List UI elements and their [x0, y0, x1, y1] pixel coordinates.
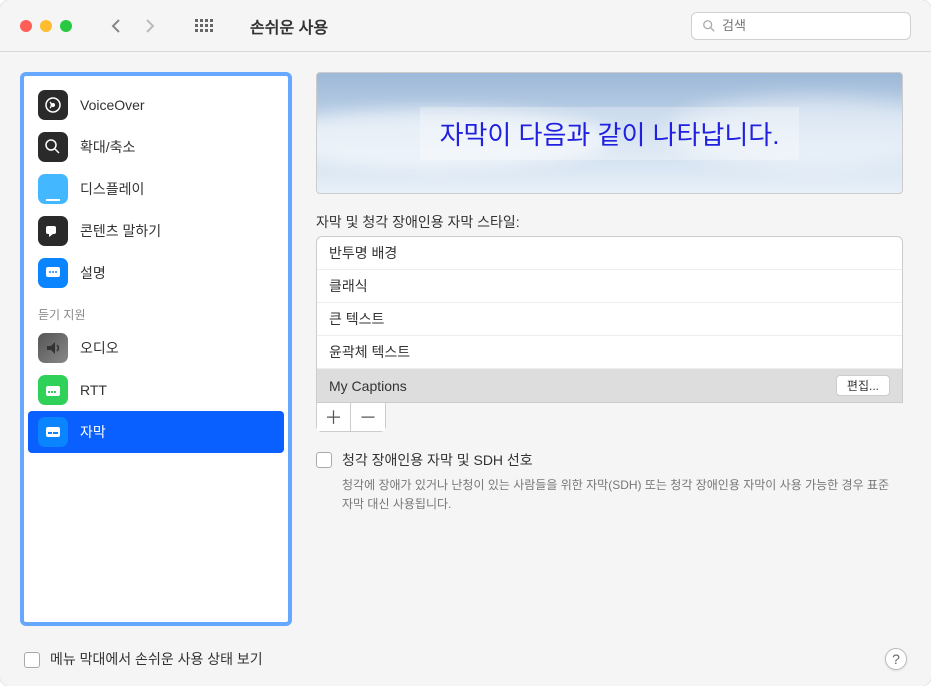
style-list: 반투명 배경 클래식 큰 텍스트 윤곽체 텍스트 My Captions 편집.… [316, 236, 903, 403]
style-name: My Captions [329, 378, 407, 394]
voiceover-icon [38, 90, 68, 120]
sidebar-item-zoom[interactable]: 확대/축소 [28, 126, 284, 168]
prefer-sdh-checkbox[interactable] [316, 452, 332, 468]
style-row[interactable]: 클래식 [317, 270, 902, 303]
minimize-window-button[interactable] [40, 20, 52, 32]
prefer-sdh-row: 청각 장애인용 자막 및 SDH 선호 청각에 장애가 있거나 난청이 있는 사… [316, 450, 903, 514]
back-button[interactable] [100, 12, 132, 40]
remove-style-button[interactable]: － [351, 403, 385, 431]
sidebar-item-label: 콘텐츠 말하기 [80, 221, 161, 241]
add-style-button[interactable]: ＋ [317, 403, 351, 431]
descriptions-icon [38, 258, 68, 288]
style-name: 반투명 배경 [329, 243, 397, 263]
sidebar-item-label: 디스플레이 [80, 179, 144, 199]
speech-icon [38, 216, 68, 246]
captions-icon [38, 417, 68, 447]
sidebar-item-label: 확대/축소 [80, 137, 135, 157]
sidebar-item-rtt[interactable]: RTT [28, 369, 284, 411]
sidebar-item-label: RTT [80, 382, 107, 398]
sidebar-item-display[interactable]: 디스플레이 [28, 168, 284, 210]
search-icon [702, 19, 716, 33]
sidebar-item-label: VoiceOver [80, 97, 145, 113]
caption-preview: 자막이 다음과 같이 나타납니다. [316, 72, 903, 194]
prefer-sdh-label: 청각 장애인용 자막 및 SDH 선호 [342, 450, 903, 470]
show-all-button[interactable] [188, 12, 220, 40]
search-field[interactable] [691, 12, 911, 40]
style-name: 클래식 [329, 276, 368, 296]
sidebar-section-hearing: 듣기 지원 [28, 294, 284, 327]
sidebar-item-audio[interactable]: 오디오 [28, 327, 284, 369]
style-row[interactable]: 큰 텍스트 [317, 303, 902, 336]
display-icon [38, 174, 68, 204]
forward-button[interactable] [134, 12, 166, 40]
sidebar-item-label: 설명 [80, 263, 106, 283]
audio-icon [38, 333, 68, 363]
edit-style-button[interactable]: 편집... [836, 375, 890, 396]
styles-label: 자막 및 청각 장애인용 자막 스타일: [316, 212, 903, 232]
close-window-button[interactable] [20, 20, 32, 32]
zoom-icon [38, 132, 68, 162]
style-row[interactable]: 반투명 배경 [317, 237, 902, 270]
help-button[interactable]: ? [885, 648, 907, 670]
window-title: 손쉬운 사용 [250, 14, 328, 38]
list-toolbar: ＋ － [316, 403, 386, 432]
rtt-icon [38, 375, 68, 405]
sidebar-item-voiceover[interactable]: VoiceOver [28, 84, 284, 126]
style-name: 윤곽체 텍스트 [329, 342, 410, 362]
menubar-status-checkbox[interactable] [24, 652, 40, 668]
style-row[interactable]: My Captions 편집... [317, 369, 902, 402]
sidebar-item-speech[interactable]: 콘텐츠 말하기 [28, 210, 284, 252]
sidebar-item-label: 오디오 [80, 338, 119, 358]
main-content: 자막이 다음과 같이 나타납니다. 자막 및 청각 장애인용 자막 스타일: 반… [316, 72, 911, 626]
prefer-sdh-description: 청각에 장애가 있거나 난청이 있는 사람들을 위한 자막(SDH) 또는 청각… [342, 476, 903, 514]
style-row[interactable]: 윤곽체 텍스트 [317, 336, 902, 369]
footer: 메뉴 막대에서 손쉬운 사용 상태 보기 ? [0, 638, 931, 686]
sidebar-item-descriptions[interactable]: 설명 [28, 252, 284, 294]
sidebar-item-label: 자막 [80, 422, 106, 442]
menubar-status-label: 메뉴 막대에서 손쉬운 사용 상태 보기 [50, 649, 263, 669]
titlebar: 손쉬운 사용 [0, 0, 931, 52]
maximize-window-button[interactable] [60, 20, 72, 32]
style-name: 큰 텍스트 [329, 309, 384, 329]
search-input[interactable] [722, 18, 900, 33]
sidebar: VoiceOver 확대/축소 디스플레이 콘텐츠 말하기 [20, 72, 292, 626]
sidebar-item-captions[interactable]: 자막 [28, 411, 284, 453]
caption-preview-text: 자막이 다음과 같이 나타납니다. [420, 107, 800, 160]
